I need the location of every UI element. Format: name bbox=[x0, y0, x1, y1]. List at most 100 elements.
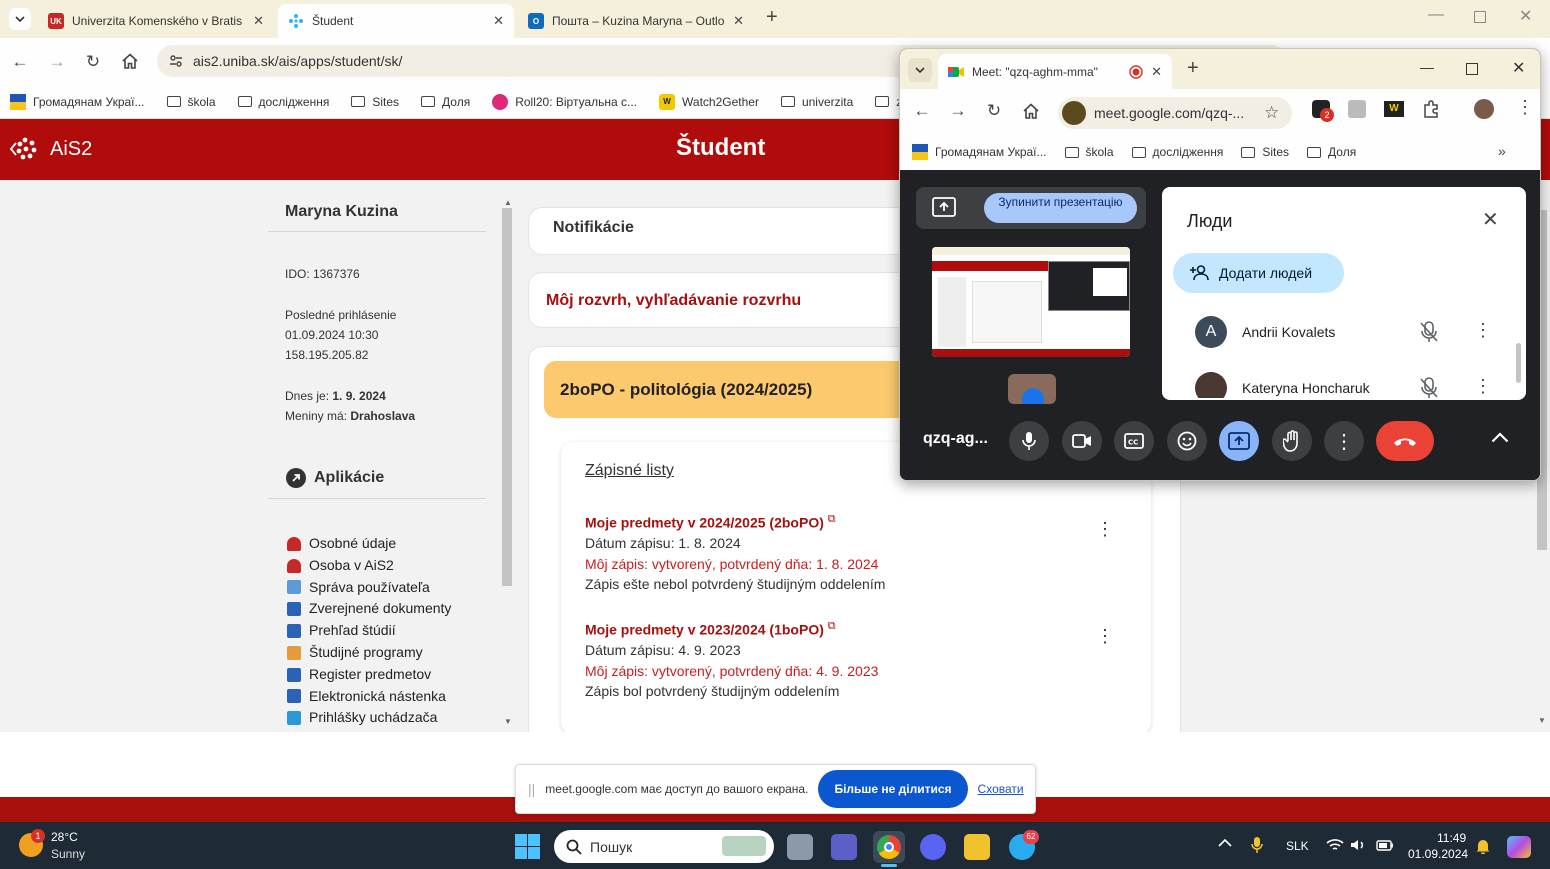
window-close-button[interactable]: ✕ bbox=[1512, 58, 1525, 78]
self-video-tile[interactable] bbox=[1008, 374, 1056, 404]
notifications-card[interactable]: Notifikácie bbox=[528, 207, 948, 255]
panel-scroll-thumb[interactable] bbox=[1516, 343, 1521, 383]
tab-uniba[interactable]: UK Univerzita Komenského v Bratis ✕ bbox=[38, 4, 274, 38]
drag-handle-icon[interactable]: || bbox=[528, 781, 535, 797]
minimize-button[interactable]: — bbox=[1428, 6, 1444, 24]
volume-icon[interactable] bbox=[1350, 838, 1366, 852]
start-button[interactable] bbox=[515, 834, 540, 859]
profile-switch-icon[interactable] bbox=[1348, 100, 1366, 118]
keyboard-language[interactable]: SLK bbox=[1286, 839, 1309, 853]
leave-call-button[interactable] bbox=[1376, 421, 1434, 461]
ais2-logo[interactable]: AiS2 bbox=[10, 136, 92, 162]
bookmark-doslidzhennia[interactable]: дослідження bbox=[1131, 145, 1223, 159]
home-button[interactable] bbox=[1022, 102, 1040, 120]
maximize-button[interactable] bbox=[1474, 11, 1486, 23]
notification-bell-icon[interactable] bbox=[1476, 838, 1490, 854]
window-close-button[interactable]: ✕ bbox=[1519, 6, 1532, 26]
reactions-button[interactable] bbox=[1167, 421, 1207, 461]
discord-icon[interactable] bbox=[920, 834, 946, 860]
tab-outlook[interactable]: O Пошта – Kuzina Maryna – Outlo ✕ bbox=[518, 4, 754, 38]
mic-tray-icon[interactable] bbox=[1251, 836, 1263, 854]
bookmark-watch2gether[interactable]: W Watch2Gether bbox=[659, 93, 759, 110]
site-info-icon[interactable] bbox=[1062, 101, 1086, 125]
bookmark-skola[interactable]: škola bbox=[166, 95, 216, 109]
enrollment-link[interactable]: Moje predmety v 2023/2024 (1boPO) bbox=[585, 622, 824, 638]
more-options-icon[interactable]: ⋮ bbox=[1324, 421, 1364, 461]
bookmark-ukraine[interactable]: Громадянам Украї... bbox=[912, 144, 1047, 160]
course-header[interactable]: 2boPO - politológia (2024/2025) bbox=[544, 361, 944, 418]
tab-meet[interactable]: Meet: "qzq-aghm-mma" ✕ bbox=[938, 54, 1172, 89]
sun-weather-icon[interactable]: 1 bbox=[19, 829, 45, 857]
minimize-button[interactable]: — bbox=[1420, 59, 1434, 75]
enrollment-link[interactable]: Moje predmety v 2024/2025 (2boPO) bbox=[585, 515, 824, 531]
enrollment-title[interactable]: Zápisné listy bbox=[585, 462, 674, 480]
avatar[interactable] bbox=[1474, 99, 1494, 119]
extensions-puzzle-icon[interactable] bbox=[1422, 100, 1440, 118]
chevron-up-icon[interactable] bbox=[1218, 838, 1232, 847]
more-vert-icon[interactable]: ⋮ bbox=[1474, 320, 1492, 341]
menu-icon[interactable]: ⋮ bbox=[1516, 97, 1534, 118]
stop-presenting-button[interactable]: Зупинити презентацію bbox=[984, 193, 1137, 223]
app-osobne-udaje[interactable]: Osobné údaje bbox=[287, 533, 451, 555]
app-osoba-v-ais2[interactable]: Osoba v AiS2 bbox=[287, 555, 451, 577]
bookmark-dolia[interactable]: Доля bbox=[421, 95, 470, 109]
close-panel-icon[interactable]: ✕ bbox=[1482, 207, 1499, 232]
bookmark-sites[interactable]: Sites bbox=[351, 95, 399, 109]
new-tab-button[interactable]: + bbox=[766, 6, 778, 29]
camera-button[interactable] bbox=[1062, 421, 1102, 461]
taskbar-search[interactable]: Пошук bbox=[554, 830, 774, 863]
star-icon[interactable]: ☆ bbox=[1264, 103, 1279, 123]
add-people-button[interactable]: Додати людей bbox=[1173, 253, 1344, 293]
reload-button[interactable]: ↻ bbox=[984, 101, 1004, 121]
extension-icon[interactable]: 2 bbox=[1312, 100, 1334, 122]
forward-button[interactable]: → bbox=[47, 52, 67, 72]
bookmark-univerzita[interactable]: univerzita bbox=[780, 95, 853, 109]
wifi-icon[interactable] bbox=[1326, 838, 1344, 852]
collapse-button[interactable] bbox=[1491, 432, 1509, 443]
bookmark-doslidzhennia[interactable]: дослідження bbox=[237, 95, 329, 109]
tab-search-button[interactable] bbox=[9, 8, 31, 30]
app-prihlasky-uchadzaca[interactable]: Prihlášky uchádzača bbox=[287, 707, 451, 729]
telegram-icon[interactable]: 62 bbox=[1009, 830, 1039, 860]
external-link-icon[interactable]: ⧉ bbox=[828, 620, 836, 632]
participant-row[interactable]: A Andrii Kovalets ⋮ bbox=[1162, 310, 1526, 354]
site-info-icon[interactable] bbox=[169, 54, 183, 68]
clock-time[interactable]: 11:49 bbox=[1437, 831, 1466, 845]
more-vert-icon[interactable]: ⋮ bbox=[1474, 376, 1492, 397]
raise-hand-button[interactable] bbox=[1272, 421, 1312, 461]
weather-temp[interactable]: 28°C bbox=[51, 830, 78, 844]
close-icon[interactable]: ✕ bbox=[493, 13, 504, 29]
home-button[interactable] bbox=[121, 52, 139, 70]
sidebar-scrollbar[interactable]: ▲ ▼ bbox=[499, 198, 515, 730]
maximize-button[interactable] bbox=[1466, 63, 1478, 75]
meet-address-bar[interactable]: meet.google.com/qzq-... ☆ bbox=[1058, 97, 1292, 129]
mic-button[interactable] bbox=[1009, 421, 1049, 461]
bookmark-skola[interactable]: škola bbox=[1064, 145, 1114, 159]
task-view-icon[interactable] bbox=[787, 834, 813, 860]
app-sprava-pouzivatela[interactable]: Správa používateľa bbox=[287, 577, 451, 599]
tab-student[interactable]: Študent ✕ bbox=[278, 4, 514, 38]
watch2gether-icon[interactable]: W bbox=[1384, 101, 1404, 117]
close-icon[interactable]: ✕ bbox=[1151, 64, 1162, 80]
back-button[interactable]: ← bbox=[10, 52, 30, 72]
app-register-predmetov[interactable]: Register predmetov bbox=[287, 664, 451, 686]
more-bookmarks-icon[interactable]: » bbox=[1498, 143, 1506, 159]
hide-link[interactable]: Сховати bbox=[978, 782, 1024, 796]
app-prehlad-studii[interactable]: Prehľad štúdií bbox=[287, 620, 451, 642]
captions-button[interactable]: CC bbox=[1114, 421, 1154, 461]
more-vert-icon[interactable]: ⋮ bbox=[1096, 626, 1114, 647]
present-button[interactable] bbox=[1219, 421, 1259, 461]
scroll-down-arrow-icon[interactable]: ▼ bbox=[1538, 716, 1546, 725]
clock-date[interactable]: 01.09.2024 bbox=[1408, 847, 1468, 861]
copilot-icon[interactable] bbox=[1507, 836, 1531, 858]
bookmark-sites[interactable]: Sites bbox=[1241, 145, 1289, 159]
close-icon[interactable]: ✕ bbox=[733, 13, 744, 29]
tab-search-button[interactable] bbox=[908, 58, 932, 82]
external-link-icon[interactable]: ⧉ bbox=[828, 513, 836, 525]
stop-sharing-button[interactable]: Більше не ділитися bbox=[818, 770, 968, 808]
file-explorer-icon[interactable] bbox=[964, 834, 990, 860]
scroll-down-arrow-icon[interactable]: ▼ bbox=[504, 717, 512, 726]
bookmark-dolia[interactable]: Доля bbox=[1307, 145, 1356, 159]
scroll-thumb[interactable] bbox=[502, 208, 512, 586]
more-vert-icon[interactable]: ⋮ bbox=[1096, 519, 1114, 540]
